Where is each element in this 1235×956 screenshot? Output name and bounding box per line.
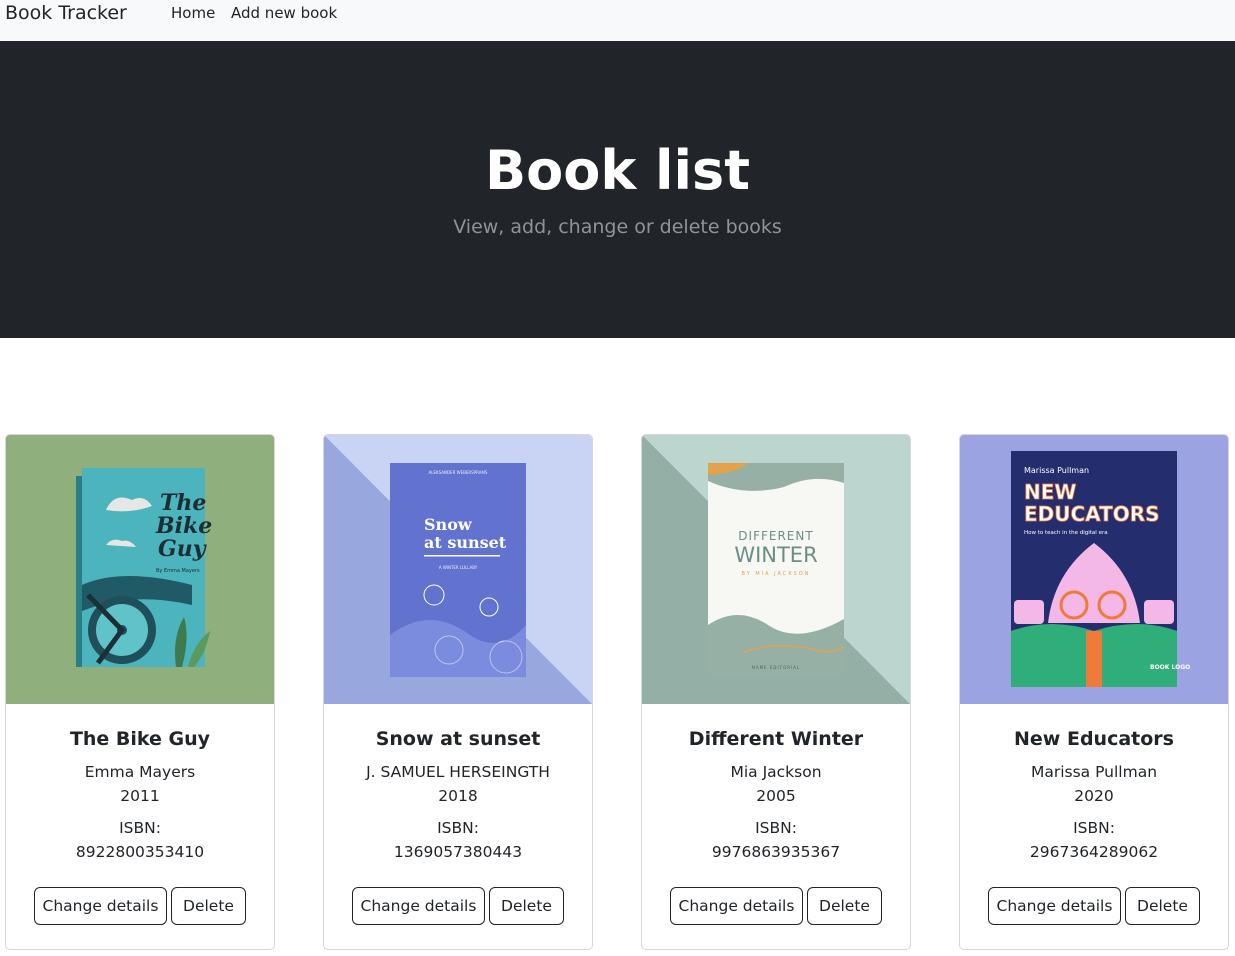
cover-byline: BY MIA JACKSON [742, 571, 811, 577]
cover-title-line: WINTER [734, 543, 817, 567]
delete-button[interactable]: Delete [171, 887, 246, 925]
book-card: Marissa Pullman NEW EDUCATORS How to tea… [959, 434, 1229, 950]
delete-button[interactable]: Delete [1125, 887, 1200, 925]
isbn-label: ISBN: [119, 819, 161, 837]
book-author: J. SAMUEL HERSEINGTH [366, 763, 550, 781]
book-isbn: 9976863935367 [711, 843, 841, 861]
cover-tagline: How to teach in the digital era [1024, 530, 1108, 536]
book-author: Marissa Pullman [1030, 763, 1158, 781]
book-isbn: 8922800353410 [75, 843, 205, 861]
book-title: Snow at sunset [375, 728, 541, 750]
book-cover-image: Marissa Pullman NEW EDUCATORS How to tea… [960, 435, 1228, 704]
book-author: Emma Mayers [84, 763, 196, 781]
isbn-label: ISBN: [437, 819, 479, 837]
cover-title-line: Snow [424, 515, 473, 534]
book-card: The Bike Guy By Emma Mayers The Bike Guy… [5, 434, 275, 950]
book-title: Different Winter [688, 728, 864, 750]
isbn-label: ISBN: [1073, 819, 1115, 837]
page-title: Book list [484, 139, 751, 202]
book-card: ALEKSANDER WEBERSPRAMS Snow at sunset A … [323, 434, 593, 950]
book-cover-image: ALEKSANDER WEBERSPRAMS Snow at sunset A … [324, 435, 592, 704]
nav-link-add-new-book[interactable]: Add new book [231, 3, 337, 23]
cover-title-line: NEW [1024, 480, 1076, 504]
hero-banner: Book list View, add, change or delete bo… [0, 41, 1235, 338]
book-year: 2011 [120, 787, 160, 805]
book-year: 2005 [756, 787, 796, 805]
nav-link-home[interactable]: Home [171, 3, 215, 23]
book-cover-image: The Bike Guy By Emma Mayers [6, 435, 274, 704]
book-isbn: 1369057380443 [393, 843, 523, 861]
book-title: The Bike Guy [69, 728, 211, 750]
change-details-button[interactable]: Change details [988, 887, 1121, 925]
cover-author-text: Marissa Pullman [1024, 466, 1089, 475]
change-details-button[interactable]: Change details [670, 887, 803, 925]
book-cover-image: DIFFERENT WINTER BY MIA JACKSON NAME EDI… [642, 435, 910, 704]
isbn-label: ISBN: [755, 819, 797, 837]
book-card: DIFFERENT WINTER BY MIA JACKSON NAME EDI… [641, 434, 911, 950]
cover-title-line: EDUCATORS [1024, 502, 1160, 526]
book-year: 2018 [438, 787, 478, 805]
cover-title-line: DIFFERENT [738, 529, 813, 543]
cover-byline: A WINTER LULLABY [439, 565, 478, 570]
book-author: Mia Jackson [730, 763, 822, 781]
cover-title-line: Guy [158, 536, 208, 562]
page-subtitle: View, add, change or delete books [453, 216, 782, 238]
cover-top-text: ALEKSANDER WEBERSPRAMS [429, 470, 488, 475]
cover-byline: By Emma Mayers [156, 568, 200, 574]
change-details-button[interactable]: Change details [34, 887, 167, 925]
book-title: New Educators [1014, 728, 1174, 750]
book-year: 2020 [1074, 787, 1114, 805]
brand-link[interactable]: Book Tracker [5, 1, 127, 25]
cover-footer-text: NAME EDITORIAL [752, 665, 800, 670]
book-isbn: 2967364289062 [1029, 843, 1159, 861]
cover-logo-text: BOOK LOGO [1150, 664, 1190, 671]
cover-title-line: at sunset [424, 533, 507, 552]
delete-button[interactable]: Delete [807, 887, 882, 925]
change-details-button[interactable]: Change details [352, 887, 485, 925]
delete-button[interactable]: Delete [489, 887, 564, 925]
navbar: Book Tracker Home Add new book [0, 0, 1235, 41]
